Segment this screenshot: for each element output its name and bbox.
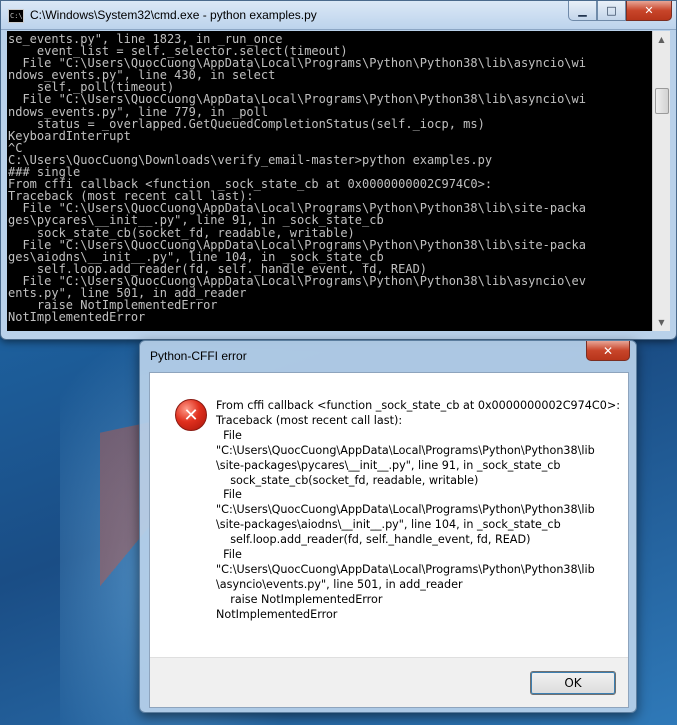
cmd-app-icon[interactable]: C:\: [8, 9, 24, 23]
cmd-window-controls: ▁ □ ✕: [568, 1, 672, 21]
scroll-up-arrow-icon[interactable]: ▲: [653, 31, 670, 48]
cmd-titlebar[interactable]: C:\ C:\Windows\System32\cmd.exe - python…: [1, 1, 676, 30]
error-message-line: raise NotImplementedError: [216, 592, 383, 606]
dialog-footer: OK: [150, 657, 628, 707]
error-message-line: sock_state_cb(socket_fd, readable, writa…: [216, 473, 479, 487]
minimize-button[interactable]: ▁: [568, 1, 597, 21]
console-text: se_events.py", line 1823, in _run_once e…: [8, 32, 586, 325]
error-message-line: File: [216, 548, 242, 562]
close-button[interactable]: ✕: [626, 1, 672, 21]
cmd-window-title: C:\Windows\System32\cmd.exe - python exa…: [30, 8, 317, 22]
console-output[interactable]: se_events.py", line 1823, in _run_once e…: [7, 31, 652, 331]
dialog-title: Python-CFFI error: [150, 349, 247, 363]
error-message-line: \site-packages\aiodns\__init__.py", line…: [216, 518, 561, 532]
error-message-line: "C:\Users\QuocCuong\AppData\Local\Progra…: [216, 562, 595, 576]
scroll-down-arrow-icon[interactable]: ▼: [653, 314, 670, 331]
dialog-body: ✕ From cffi callback <function _sock_sta…: [149, 372, 629, 708]
console-scrollbar[interactable]: ▲ ▼: [652, 31, 670, 331]
error-message: From cffi callback <function _sock_state…: [216, 399, 620, 623]
ok-button[interactable]: OK: [530, 671, 616, 695]
scroll-thumb[interactable]: [655, 88, 669, 114]
error-message-line: "C:\Users\QuocCuong\AppData\Local\Progra…: [216, 503, 595, 517]
error-message-line: self.loop.add_reader(fd, self._handle_ev…: [216, 533, 531, 547]
error-message-line: From cffi callback <function _sock_state…: [216, 399, 620, 412]
error-message-line: \site-packages\pycares\__init__.py", lin…: [216, 458, 561, 472]
error-dialog: Python-CFFI error ✕ ✕ From cffi callback…: [139, 340, 637, 713]
dialog-close-button[interactable]: ✕: [586, 341, 630, 361]
error-message-line: "C:\Users\QuocCuong\AppData\Local\Progra…: [216, 443, 595, 457]
error-message-line: File: [216, 428, 242, 442]
error-message-line: NotImplementedError: [216, 607, 338, 621]
error-message-line: Traceback (most recent call last):: [216, 413, 403, 427]
error-message-line: File: [216, 488, 242, 502]
maximize-button[interactable]: □: [597, 1, 626, 21]
cmd-window: C:\ C:\Windows\System32\cmd.exe - python…: [0, 0, 677, 340]
error-icon: ✕: [175, 399, 207, 431]
error-message-line: \asyncio\events.py", line 501, in add_re…: [216, 577, 463, 591]
